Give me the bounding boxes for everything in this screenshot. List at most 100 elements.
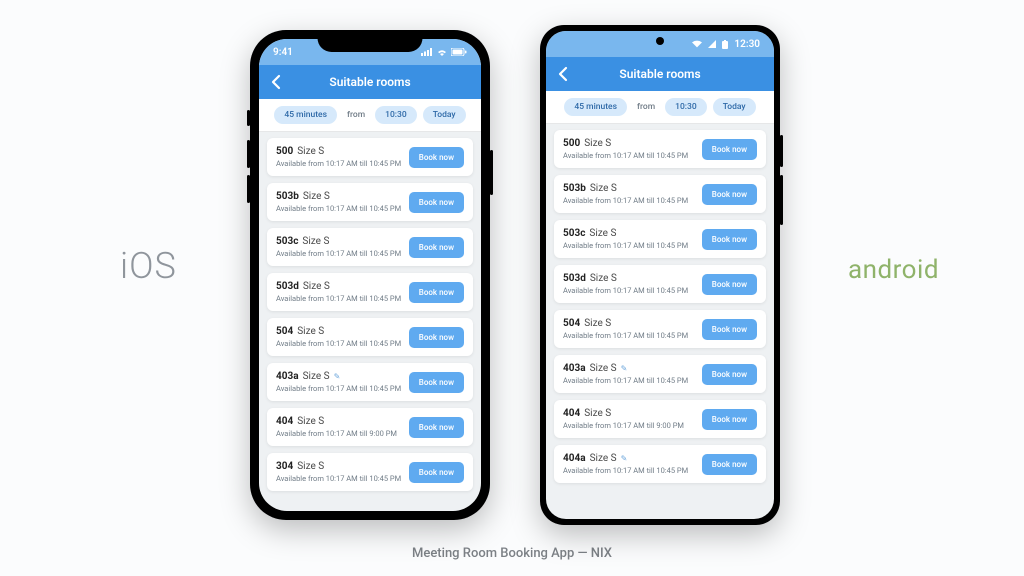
room-number: 500 (276, 146, 293, 157)
book-now-button[interactable]: Book now (409, 282, 464, 303)
book-now-button[interactable]: Book now (702, 229, 757, 250)
filter-day[interactable]: Today (423, 106, 466, 124)
room-availability: Available from 10:17 AM till 10:45 PM (563, 286, 696, 295)
room-availability: Available from 10:17 AM till 10:45 PM (563, 466, 696, 475)
room-card[interactable]: 500Size SAvailable from 10:17 AM till 10… (554, 130, 766, 168)
room-availability: Available from 10:17 AM till 10:45 PM (276, 204, 403, 213)
iphone-frame: 9:41 Suitable rooms 45 minutes from (250, 30, 490, 520)
room-card[interactable]: 403aSize S✎Available from 10:17 AM till … (554, 355, 766, 393)
book-now-button[interactable]: Book now (702, 364, 757, 385)
book-now-button[interactable]: Book now (409, 147, 464, 168)
pencil-icon: ✎ (621, 364, 628, 373)
book-now-button[interactable]: Book now (702, 319, 757, 340)
room-availability: Available from 10:17 AM till 10:45 PM (563, 151, 696, 160)
iphone-notch (318, 30, 423, 52)
book-now-button[interactable]: Book now (702, 274, 757, 295)
iphone-volume-down (247, 175, 250, 203)
back-button[interactable] (269, 74, 285, 90)
cellular-icon (708, 40, 716, 48)
room-card[interactable]: 403aSize S✎Available from 10:17 AM till … (267, 363, 473, 401)
room-size: Size S (297, 326, 324, 337)
room-list[interactable]: 500Size SAvailable from 10:17 AM till 10… (546, 124, 774, 519)
room-size: Size S (590, 183, 617, 194)
room-size: Size S (297, 461, 324, 472)
room-size: Size S (302, 236, 329, 247)
filter-from-label: from (633, 98, 659, 116)
filter-duration[interactable]: 45 minutes (564, 98, 627, 116)
book-now-button[interactable]: Book now (702, 454, 757, 475)
android-navbar: Suitable rooms (546, 57, 774, 91)
room-size: Size S (303, 191, 330, 202)
room-card[interactable]: 504 Size S Available from 10:17 AM till 10… (554, 310, 766, 348)
room-number: 503b (563, 183, 586, 194)
room-number: 503d (563, 273, 586, 284)
room-availability: Available from 10:17 AM till 10:45 PM (276, 294, 403, 303)
room-card[interactable]: 503cSize SAvailable from 10:17 AM till 1… (267, 228, 473, 266)
book-now-button[interactable]: Book now (702, 139, 757, 160)
room-availability: Available from 10:17 AM till 10:45 PM (276, 339, 403, 348)
room-availability: Available from 10:17 AM till 10:45 PM (563, 331, 696, 340)
ios-status-icons (421, 48, 467, 56)
battery-icon (451, 48, 467, 56)
room-card[interactable]: 503cSize SAvailable from 10:17 AM till 1… (554, 220, 766, 258)
chevron-left-icon (556, 66, 572, 82)
back-button[interactable] (556, 66, 572, 82)
room-card[interactable]: 404Size SAvailable from 10:17 AM till 9:… (267, 408, 473, 446)
room-number: 404a (563, 453, 586, 464)
book-now-button[interactable]: Book now (702, 409, 757, 430)
room-size: Size S (584, 318, 611, 329)
iphone-mute-switch (247, 110, 250, 126)
room-number: 404 (276, 416, 293, 427)
room-size: Size S (303, 281, 330, 292)
book-now-button[interactable]: Book now (702, 184, 757, 205)
book-now-button[interactable]: Book now (409, 327, 464, 348)
room-card[interactable]: 503bSize SAvailable from 10:17 AM till 1… (267, 183, 473, 221)
battery-icon (722, 40, 728, 49)
ios-status-time: 9:41 (273, 47, 293, 58)
platform-label-ios: iOS (120, 245, 177, 287)
book-now-button[interactable]: Book now (409, 462, 464, 483)
room-size: Size S (584, 408, 611, 419)
platform-label-android: android (848, 255, 939, 285)
room-number: 304 (276, 461, 293, 472)
filter-time[interactable]: 10:30 (665, 98, 707, 116)
room-availability: Available from 10:17 AM till 9:00 PM (563, 421, 696, 430)
room-number: 504 (563, 318, 580, 329)
room-card[interactable]: 504 Size S Available from 10:17 AM till 10… (267, 318, 473, 356)
room-card[interactable]: 404aSize S✎Available from 10:17 AM till … (554, 445, 766, 483)
room-size: Size S (590, 453, 617, 464)
android-camera-hole (656, 37, 664, 45)
filter-day[interactable]: Today (713, 98, 756, 116)
filter-time[interactable]: 10:30 (375, 106, 417, 124)
room-number: 503c (563, 228, 585, 239)
book-now-button[interactable]: Book now (409, 237, 464, 258)
room-card[interactable]: 500Size SAvailable from 10:17 AM till 10… (267, 138, 473, 176)
iphone-volume-up (247, 140, 250, 168)
room-card[interactable]: 304Size SAvailable from 10:17 AM till 10… (267, 453, 473, 491)
room-availability: Available from 10:17 AM till 10:45 PM (276, 384, 403, 393)
book-now-button[interactable]: Book now (409, 192, 464, 213)
room-list[interactable]: 500 Size S Available from 10:17 AM till 10… (259, 132, 481, 511)
room-card[interactable]: 404 Size S Available from 10:17 AM till 9:… (554, 400, 766, 438)
ios-navbar: Suitable rooms (259, 65, 481, 99)
room-size: Size S (584, 138, 611, 149)
android-frame: 12:30 Suitable rooms 45 minutes from 10:… (540, 25, 780, 525)
room-number: 504 (276, 326, 293, 337)
filter-duration[interactable]: 45 minutes (274, 106, 337, 124)
room-size: Size S (297, 416, 324, 427)
android-power-button (780, 135, 783, 167)
room-number: 403a (563, 363, 586, 374)
android-status-time: 12:30 (734, 39, 760, 50)
room-availability: Available from 10:17 AM till 10:45 PM (563, 376, 696, 385)
book-now-button[interactable]: Book now (409, 417, 464, 438)
android-volume-rocker (780, 175, 783, 225)
room-card[interactable]: 503dSize SAvailable from 10:17 AM till 1… (554, 265, 766, 303)
room-number: 404 (563, 408, 580, 419)
filters-bar: 45 minutes from 10:30 Today (259, 99, 481, 132)
room-card[interactable]: 503d Size S Available from 10:17 AM till 1… (267, 273, 473, 311)
book-now-button[interactable]: Book now (409, 372, 464, 393)
room-card[interactable]: 503bSize SAvailable from 10:17 AM till 1… (554, 175, 766, 213)
room-size: Size S (303, 371, 330, 382)
room-number: 503d (276, 281, 299, 292)
room-size: Size S (297, 146, 324, 157)
